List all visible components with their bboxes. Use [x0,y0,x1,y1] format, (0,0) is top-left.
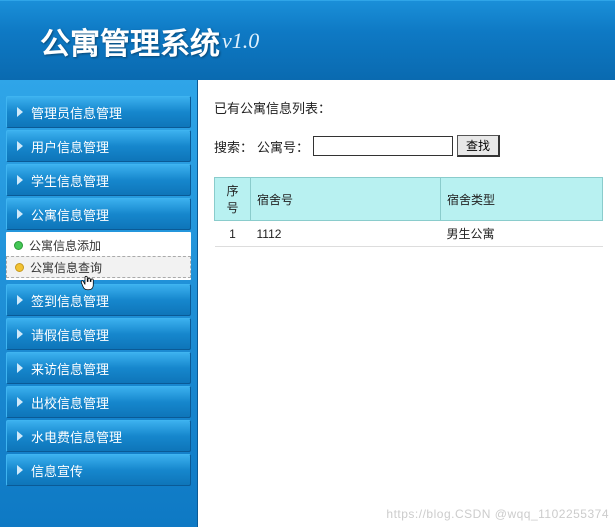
app-header: 公寓管理系统 v1.0 [0,0,615,80]
sidebar-item-label: 请假信息管理 [31,325,109,344]
sidebar-item-news[interactable]: 信息宣传 [6,454,191,486]
sidebar-item-apartment[interactable]: 公寓信息管理 [6,198,191,230]
sidebar-item-user[interactable]: 用户信息管理 [6,130,191,162]
col-dorm-no: 宿舍号 [251,178,441,221]
search-row: 搜索： 公寓号： 查找 [214,135,603,157]
sidebar: 管理员信息管理 用户信息管理 学生信息管理 公寓信息管理 公寓信息添加 公寓信息… [0,80,198,527]
search-input[interactable] [313,136,453,156]
sidebar-item-visit[interactable]: 来访信息管理 [6,352,191,384]
col-index: 序号 [215,178,251,221]
chevron-right-icon [17,209,23,219]
sidebar-item-label: 学生信息管理 [31,171,109,190]
main-layout: 管理员信息管理 用户信息管理 学生信息管理 公寓信息管理 公寓信息添加 公寓信息… [0,80,615,527]
sidebar-item-label: 用户信息管理 [31,137,109,156]
sidebar-item-label: 出校信息管理 [31,393,109,412]
sidebar-item-utilities[interactable]: 水电费信息管理 [6,420,191,452]
chevron-right-icon [17,175,23,185]
sidebar-submenu-apartment: 公寓信息添加 公寓信息查询 [6,232,191,280]
bullet-query-icon [15,263,24,272]
sidebar-item-label: 水电费信息管理 [31,427,122,446]
chevron-right-icon [17,465,23,475]
submenu-item-apartment-query[interactable]: 公寓信息查询 [6,256,191,278]
sidebar-item-outschool[interactable]: 出校信息管理 [6,386,191,418]
chevron-right-icon [17,329,23,339]
chevron-right-icon [17,431,23,441]
submenu-item-label: 公寓信息添加 [29,237,101,254]
submenu-item-apartment-add[interactable]: 公寓信息添加 [6,234,191,256]
table-header-row: 序号 宿舍号 宿舍类型 [215,178,603,221]
submenu-item-label: 公寓信息查询 [30,259,102,276]
watermark: https://blog.CSDN @wqq_1102255374 [386,507,609,521]
sidebar-item-label: 来访信息管理 [31,359,109,378]
table-row[interactable]: 1 1112 男生公寓 [215,221,603,247]
cell-index: 1 [215,221,251,247]
main-content: 已有公寓信息列表： 搜索： 公寓号： 查找 序号 宿舍号 宿舍类型 1 1112… [198,80,615,527]
chevron-right-icon [17,295,23,305]
search-label: 搜索： [214,137,253,156]
bullet-add-icon [14,241,23,250]
sidebar-item-label: 管理员信息管理 [31,103,122,122]
app-title: 公寓管理系统 [40,19,220,63]
chevron-right-icon [17,363,23,373]
sidebar-item-label: 公寓信息管理 [31,205,109,224]
sidebar-item-student[interactable]: 学生信息管理 [6,164,191,196]
app-version: v1.0 [222,28,259,54]
search-field-label: 公寓号： [257,137,309,156]
chevron-right-icon [17,397,23,407]
sidebar-item-admin[interactable]: 管理员信息管理 [6,96,191,128]
search-button[interactable]: 查找 [457,135,500,157]
cell-dorm-type: 男生公寓 [441,221,603,247]
chevron-right-icon [17,141,23,151]
chevron-right-icon [17,107,23,117]
apartment-table: 序号 宿舍号 宿舍类型 1 1112 男生公寓 [214,177,603,247]
sidebar-item-label: 签到信息管理 [31,291,109,310]
sidebar-item-leave[interactable]: 请假信息管理 [6,318,191,350]
list-title: 已有公寓信息列表： [214,98,603,117]
col-dorm-type: 宿舍类型 [441,178,603,221]
cell-dorm-no: 1112 [251,221,441,247]
sidebar-item-label: 信息宣传 [31,461,83,480]
sidebar-item-checkin[interactable]: 签到信息管理 [6,284,191,316]
